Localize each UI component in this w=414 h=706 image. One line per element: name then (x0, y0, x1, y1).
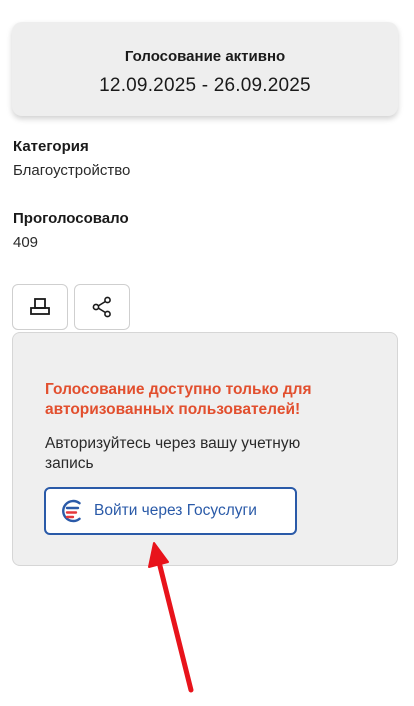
share-icon (92, 296, 111, 318)
category-label: Категория (13, 138, 89, 155)
auth-hint: Авторизуйтесь через вашу учетную запись (45, 434, 375, 474)
voting-dates: 12.09.2025 - 26.09.2025 (99, 75, 311, 96)
print-icon (30, 298, 50, 315)
print-button[interactable] (12, 284, 68, 330)
votes-label: Проголосовало (13, 210, 129, 227)
page: Голосование активно 12.09.2025 - 26.09.2… (0, 0, 414, 706)
voting-status-card: Голосование активно 12.09.2025 - 26.09.2… (12, 22, 398, 116)
voting-status-title: Голосование активно (124, 48, 286, 65)
auth-required-panel: Голосование доступно только для авторизо… (12, 332, 398, 566)
auth-warning-line: Голосование доступно только для (45, 381, 312, 398)
auth-hint-line: запись (45, 455, 94, 472)
votes-count: 409 (13, 234, 39, 251)
gosuslugi-login-button[interactable]: Войти через Госуслуги (44, 487, 297, 535)
gosuslugi-logo-icon (62, 499, 81, 523)
gosuslugi-login-label: Войти через Госуслуги (94, 502, 257, 519)
auth-warning-line: авторизованных пользователей! (45, 401, 301, 418)
category-value: Благоустройство (13, 162, 131, 179)
auth-hint-line: Авторизуйтесь через вашу учетную (45, 435, 301, 452)
share-button[interactable] (74, 284, 130, 330)
auth-warning: Голосование доступно только для авторизо… (45, 380, 375, 420)
